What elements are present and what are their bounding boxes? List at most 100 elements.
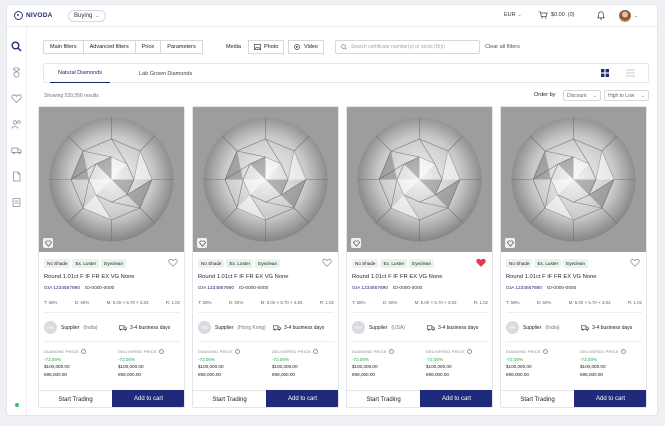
tab-lab-grown-diamonds[interactable]: Lab Grown Diamonds bbox=[131, 64, 200, 83]
document-icon[interactable] bbox=[11, 171, 22, 182]
certificate-badge[interactable] bbox=[351, 238, 361, 248]
info-icon[interactable] bbox=[621, 349, 627, 355]
chevron-down-icon[interactable]: ⌄ bbox=[634, 13, 638, 19]
info-icon[interactable] bbox=[388, 349, 394, 355]
diamond-image[interactable] bbox=[501, 107, 646, 252]
certificate-badge[interactable] bbox=[43, 238, 53, 248]
video-label: Video bbox=[304, 44, 318, 50]
spec-table: T: 58% bbox=[352, 300, 366, 305]
supplier-location: (India) bbox=[545, 324, 560, 331]
diamond-card[interactable]: No Shade Ex. Luster Eyeclean Round 1.01c… bbox=[192, 106, 339, 408]
spec-measurements: M: 5.00 × 5.70 × 3.83 bbox=[260, 300, 303, 305]
photo-toggle[interactable]: Photo bbox=[248, 40, 285, 54]
delivered-discount: -72.00% bbox=[118, 356, 136, 362]
diamond-title[interactable]: Round 1.01ct F IF FR EX VG None bbox=[506, 274, 597, 280]
info-icon[interactable] bbox=[159, 349, 165, 355]
spec-depth: D: 60% bbox=[228, 300, 244, 305]
stock-id: ID-0000-0000 bbox=[239, 286, 269, 291]
search-icon[interactable] bbox=[11, 41, 22, 52]
diamond-ring-icon[interactable] bbox=[11, 67, 22, 78]
clear-all-filters-link[interactable]: Clear all filters bbox=[485, 44, 520, 50]
info-icon[interactable] bbox=[313, 349, 319, 355]
info-icon[interactable] bbox=[234, 349, 240, 355]
supplier-location: (Hong Kong) bbox=[237, 324, 266, 331]
spec-ratio: R: 1.02 bbox=[627, 300, 642, 305]
heart-icon[interactable] bbox=[11, 93, 22, 104]
certificate-badge[interactable] bbox=[197, 238, 207, 248]
truck-icon bbox=[273, 325, 281, 331]
bell-icon[interactable] bbox=[597, 11, 605, 20]
cart-button[interactable]: $0.00 (0) bbox=[538, 11, 575, 19]
sort-field-select[interactable]: Discount ⌄ bbox=[563, 90, 601, 101]
diamond-price-label: DIAMOND PRICE bbox=[352, 348, 394, 356]
logo-icon bbox=[14, 11, 23, 20]
diamond-price: DIAMOND PRICE -72.00% $100,000.00 €98,00… bbox=[506, 348, 548, 378]
main-filters-button[interactable]: Main filters bbox=[43, 40, 84, 54]
favorite-heart-icon[interactable] bbox=[630, 258, 640, 267]
start-trading-button[interactable]: Start Trading bbox=[39, 390, 112, 407]
mode-select[interactable]: Buying ⌄ bbox=[68, 10, 106, 22]
favorite-heart-icon[interactable] bbox=[168, 258, 178, 267]
chip-eyeclean: Eyeclean bbox=[101, 259, 127, 268]
video-toggle[interactable]: Video bbox=[288, 40, 324, 54]
diamond-card[interactable]: No Shade Ex. Luster Eyeclean Round 1.01c… bbox=[38, 106, 185, 408]
parameters-filter-button[interactable]: Parameters bbox=[161, 40, 203, 54]
delivery-info: 3-4 business days bbox=[581, 325, 632, 331]
add-to-cart-button[interactable]: Add to cart bbox=[266, 390, 338, 407]
search-input[interactable] bbox=[351, 44, 474, 50]
certificate-row: GIA 1234567890 ID-0000-0000 bbox=[198, 286, 268, 291]
diamond-card[interactable]: No Shade Ex. Luster Eyeclean Round 1.01c… bbox=[500, 106, 647, 408]
start-trading-button[interactable]: Start Trading bbox=[347, 390, 420, 407]
favorite-heart-icon[interactable] bbox=[476, 258, 486, 267]
chip-shade: No Shade bbox=[198, 259, 225, 268]
supplier-avatar: RS bbox=[198, 321, 211, 334]
certificate-number[interactable]: GIA 1234567890 bbox=[352, 286, 388, 291]
add-to-cart-button[interactable]: Add to cart bbox=[112, 390, 184, 407]
diamond-price-eur: €98,000.00 bbox=[198, 371, 221, 377]
supplier-name: Supplier bbox=[523, 324, 542, 331]
add-to-cart-button[interactable]: Add to cart bbox=[420, 390, 492, 407]
favorite-heart-icon[interactable] bbox=[322, 258, 332, 267]
diamond-card[interactable]: No Shade Ex. Luster Eyeclean Round 1.01c… bbox=[346, 106, 493, 408]
logo[interactable]: NIVODA bbox=[14, 11, 52, 20]
truck-icon bbox=[427, 325, 435, 331]
delivered-price-label: DELIVERED PRICE bbox=[426, 348, 473, 356]
diamond-title[interactable]: Round 1.01ct F IF FR EX VG None bbox=[44, 274, 135, 280]
chip-shade: No Shade bbox=[352, 259, 379, 268]
users-icon[interactable] bbox=[11, 119, 22, 130]
invoice-icon[interactable] bbox=[11, 197, 22, 208]
diamond-title[interactable]: Round 1.01ct F IF FR EX VG None bbox=[198, 274, 289, 280]
start-trading-button[interactable]: Start Trading bbox=[501, 390, 574, 407]
spec-table: T: 58% bbox=[198, 300, 212, 305]
delivered-price-eur: €98,000.00 bbox=[118, 371, 141, 377]
user-avatar[interactable] bbox=[619, 10, 631, 22]
list-view-icon[interactable] bbox=[626, 69, 635, 77]
spec-ratio: R: 1.02 bbox=[165, 300, 180, 305]
divider bbox=[352, 341, 488, 342]
diamond-title[interactable]: Round 1.01ct F IF FR EX VG None bbox=[352, 274, 443, 280]
certificate-badge[interactable] bbox=[505, 238, 515, 248]
info-icon[interactable] bbox=[467, 349, 473, 355]
diamond-image[interactable] bbox=[347, 107, 492, 252]
truck-icon[interactable] bbox=[11, 145, 22, 156]
sort-direction-select[interactable]: High to Low ⌄ bbox=[604, 90, 649, 101]
diamond-image[interactable] bbox=[39, 107, 184, 252]
start-trading-button[interactable]: Start Trading bbox=[193, 390, 266, 407]
info-icon[interactable] bbox=[80, 349, 86, 355]
chevron-down-icon: ⌄ bbox=[517, 12, 522, 18]
spec-depth: D: 60% bbox=[382, 300, 398, 305]
diamond-image[interactable] bbox=[193, 107, 338, 252]
advanced-filters-button[interactable]: Advanced filters bbox=[83, 40, 136, 54]
info-icon[interactable] bbox=[542, 349, 548, 355]
currency-select[interactable]: EUR ⌄ bbox=[504, 12, 522, 18]
search-box[interactable] bbox=[335, 40, 480, 54]
price-filter-button[interactable]: Price bbox=[135, 40, 162, 54]
add-to-cart-button[interactable]: Add to cart bbox=[574, 390, 646, 407]
certificate-number[interactable]: GIA 1234567890 bbox=[198, 286, 234, 291]
certificate-row: GIA 1234567890 ID-0000-0000 bbox=[44, 286, 114, 291]
tab-natural-diamonds[interactable]: Natural Diamonds bbox=[50, 64, 111, 83]
divider bbox=[506, 312, 642, 313]
certificate-number[interactable]: GIA 1234567890 bbox=[506, 286, 542, 291]
grid-view-icon[interactable] bbox=[601, 69, 609, 77]
certificate-number[interactable]: GIA 1234567890 bbox=[44, 286, 80, 291]
